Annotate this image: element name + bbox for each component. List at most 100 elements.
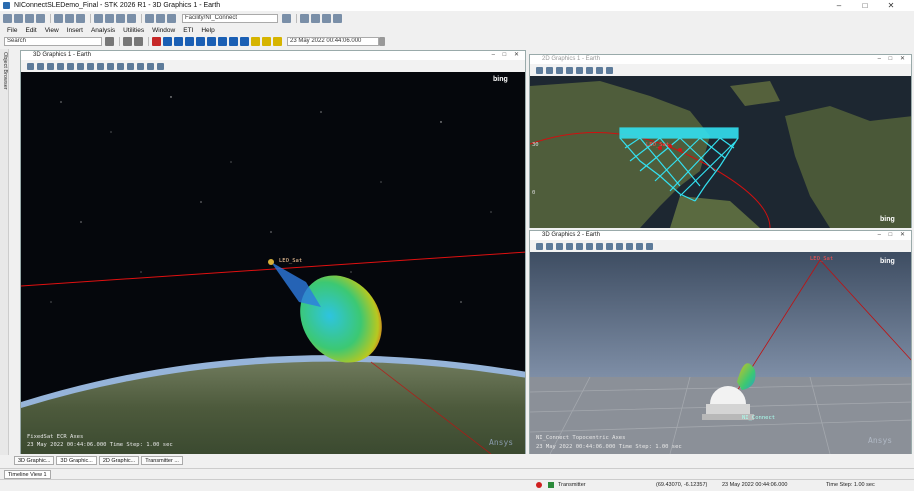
tab-3d-graphics-1[interactable]: 3D Graphic... — [14, 456, 55, 465]
report-icon[interactable] — [76, 13, 85, 23]
main-3d-view[interactable]: LEO_Sat bing FixedSat ECR Axes 23 May 20… — [21, 72, 525, 454]
menu-window[interactable]: Window — [152, 27, 175, 34]
pan-icon[interactable] — [566, 242, 573, 250]
new-icon[interactable] — [3, 13, 12, 23]
slower-icon[interactable] — [218, 37, 227, 46]
layers-icon[interactable] — [596, 66, 603, 74]
realtime-icon[interactable] — [240, 37, 249, 46]
camera-icon[interactable] — [586, 242, 593, 250]
current-time-field[interactable]: 23 May 2022 00:44:06.000 — [287, 37, 379, 46]
faster-icon[interactable] — [229, 37, 238, 46]
menu-help[interactable]: Help — [201, 27, 214, 34]
gear-icon[interactable] — [123, 37, 132, 46]
facility-label[interactable]: NI_Connect — [742, 415, 775, 421]
object-icon[interactable] — [167, 13, 176, 23]
home-icon[interactable] — [536, 242, 543, 250]
camera-icon[interactable] — [77, 62, 84, 70]
zoom-out-icon[interactable] — [556, 242, 563, 250]
chart-icon[interactable] — [300, 13, 309, 23]
pan-icon[interactable] — [576, 66, 583, 74]
scenario-icon[interactable] — [54, 13, 63, 23]
x-real-icon[interactable] — [273, 37, 282, 46]
graph-icon[interactable] — [94, 13, 103, 23]
rotate-icon[interactable] — [67, 62, 74, 70]
record-icon[interactable] — [157, 62, 164, 70]
step-back-icon[interactable] — [163, 37, 172, 46]
object-browser-tab[interactable]: Object Browser — [1, 52, 8, 100]
terrain-icon[interactable] — [107, 62, 114, 70]
window-controls-main[interactable]: – □ ✕ — [492, 51, 522, 60]
print-icon[interactable] — [36, 13, 45, 23]
chevron-down-icon[interactable] — [379, 37, 385, 46]
measure-icon[interactable] — [137, 62, 144, 70]
menu-edit[interactable]: Edit — [25, 27, 36, 34]
zoom-out-icon[interactable] — [47, 62, 54, 70]
timeline-view-tab[interactable]: Timeline View 1 — [4, 470, 51, 479]
menu-insert[interactable]: Insert — [67, 27, 83, 34]
globe-icon[interactable] — [606, 242, 613, 250]
zoom-in-icon[interactable] — [546, 242, 553, 250]
globe-icon[interactable] — [606, 66, 613, 74]
object-selector[interactable]: Facility/NI_Connect — [182, 13, 278, 23]
report-manager-icon[interactable] — [311, 13, 320, 23]
menu-view[interactable]: View — [45, 27, 59, 34]
lighting-icon[interactable] — [117, 62, 124, 70]
access-icon[interactable] — [105, 13, 114, 23]
zoom-in-icon[interactable] — [556, 66, 563, 74]
lighting-icon[interactable] — [626, 242, 633, 250]
facility-3d-view[interactable]: LEO_Sat NI_Connect bing NI_Connect Topoc… — [530, 252, 911, 454]
tab-2d-graphics[interactable]: 2D Graphic... — [98, 456, 140, 465]
layers-icon[interactable] — [646, 242, 653, 250]
home-icon[interactable] — [536, 66, 543, 74]
zoom-icon[interactable] — [134, 37, 143, 46]
export-icon[interactable] — [333, 13, 342, 23]
grid-icon[interactable] — [127, 62, 134, 70]
pan-icon[interactable] — [57, 62, 64, 70]
grid-icon[interactable] — [636, 242, 643, 250]
realtime-mode-icon[interactable] — [251, 37, 260, 46]
close-icon[interactable]: ✕ — [878, 0, 904, 11]
save-icon[interactable] — [25, 13, 34, 23]
chevron-down-icon[interactable] — [282, 13, 291, 23]
zoom-in-icon[interactable] — [37, 62, 44, 70]
menu-utilities[interactable]: Utilities — [123, 27, 144, 34]
properties-icon[interactable] — [65, 13, 74, 23]
maximize-icon[interactable]: □ — [852, 0, 878, 11]
open-icon[interactable] — [14, 13, 23, 23]
menu-eti[interactable]: ETI — [183, 27, 193, 34]
satellite-label-2d[interactable]: LEO_Sat — [646, 142, 669, 148]
menu-analysis[interactable]: Analysis — [91, 27, 115, 34]
gear-icon[interactable] — [156, 13, 165, 23]
refresh-icon[interactable] — [145, 13, 154, 23]
zoom-out-icon[interactable] — [566, 66, 573, 74]
properties-icon[interactable] — [586, 66, 593, 74]
map-icon[interactable] — [127, 13, 136, 23]
properties-icon[interactable] — [87, 62, 94, 70]
search-icon[interactable] — [105, 37, 114, 46]
select-icon[interactable] — [546, 66, 553, 74]
step-forward-icon[interactable] — [207, 37, 216, 46]
clock-icon[interactable] — [262, 37, 271, 46]
search-input[interactable]: Search — [4, 37, 102, 46]
rotate-icon[interactable] — [576, 242, 583, 250]
layers-icon[interactable] — [147, 62, 154, 70]
window-controls-2d[interactable]: – □ ✕ — [878, 55, 908, 64]
reset-icon[interactable] — [152, 37, 161, 46]
terrain-icon[interactable] — [616, 242, 623, 250]
globe-icon[interactable] — [97, 62, 104, 70]
link-icon[interactable] — [116, 13, 125, 23]
pause-icon[interactable] — [185, 37, 194, 46]
tab-3d-graphics-2[interactable]: 3D Graphic... — [56, 456, 97, 465]
home-icon[interactable] — [27, 62, 34, 70]
2d-map-view[interactable]: 30 0 LEO_Sat bing — [530, 76, 911, 228]
reverse-icon[interactable] — [174, 37, 183, 46]
error-icon[interactable] — [536, 482, 542, 488]
timeline-icon[interactable] — [322, 13, 331, 23]
satellite-label-3d-2[interactable]: LEO_Sat — [810, 256, 833, 262]
satellite-label[interactable]: LEO_Sat — [279, 258, 302, 264]
window-controls-3d-2[interactable]: – □ ✕ — [878, 231, 908, 240]
minimize-icon[interactable]: – — [826, 0, 852, 11]
tab-transmitter[interactable]: Transmitter ... — [141, 456, 183, 465]
play-icon[interactable] — [196, 37, 205, 46]
menu-file[interactable]: File — [7, 27, 17, 34]
